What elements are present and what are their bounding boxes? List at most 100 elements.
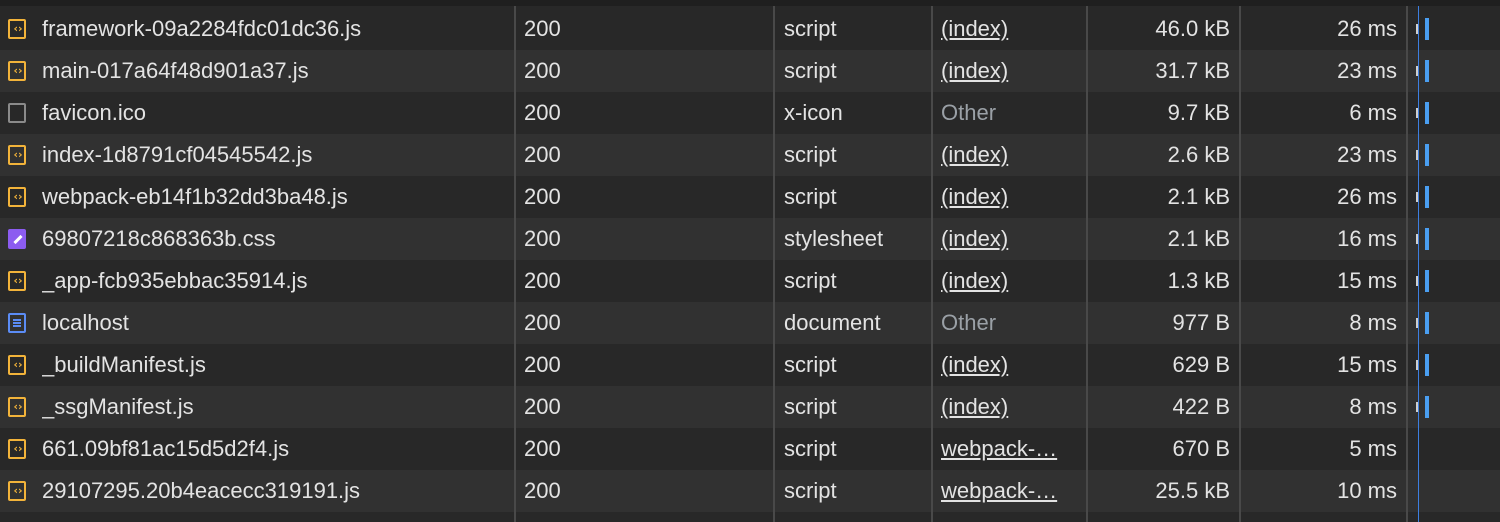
stylesheet-icon (8, 229, 26, 249)
request-name: _buildManifest.js (42, 352, 206, 377)
table-row[interactable]: index-1d8791cf04545542.js 200 script (index… (0, 134, 1500, 176)
waterfall-download-bar (1425, 312, 1429, 334)
table-row[interactable]: webpack-eb14f1b32dd3ba48.js 200 script (ind… (0, 176, 1500, 218)
request-type: script (784, 478, 837, 503)
waterfall-download-bar (1425, 186, 1429, 208)
request-initiator-link[interactable]: (index) (941, 218, 1075, 260)
request-time: 26 ms (1337, 16, 1397, 41)
request-initiator: Other (941, 310, 997, 335)
script-icon (8, 19, 26, 39)
request-time: 15 ms (1337, 352, 1397, 377)
request-name: 661.09bf81ac15d5d2f4.js (42, 436, 290, 461)
request-initiator-link[interactable]: (index) (941, 386, 1075, 428)
waterfall-download-bar (1425, 18, 1429, 40)
request-name: favicon.ico (42, 100, 146, 125)
request-type: script (784, 142, 837, 167)
request-type: script (784, 16, 837, 41)
request-time: 8 ms (1349, 310, 1397, 335)
script-icon (8, 61, 26, 81)
column-divider-type[interactable] (773, 6, 775, 522)
waterfall-download-bar (1425, 144, 1429, 166)
request-type: document (784, 310, 881, 335)
request-size: 670 B (1172, 436, 1231, 461)
request-name: webpack-eb14f1b32dd3ba48.js (42, 184, 348, 209)
network-request-table: framework-09a2284fdc01dc36.js 200 script (i… (0, 0, 1500, 522)
document-icon (8, 313, 26, 333)
column-divider-initiator[interactable] (931, 6, 933, 522)
request-status: 200 (524, 478, 561, 503)
request-size: 2.1 kB (1167, 184, 1230, 209)
request-time: 10 ms (1337, 478, 1397, 503)
request-name: 29107295.20b4eacecc319191.js (42, 478, 361, 503)
request-initiator-link[interactable]: (index) (941, 260, 1075, 302)
waterfall-timeline-marker (1418, 6, 1419, 522)
column-divider-time[interactable] (1239, 6, 1241, 522)
request-status: 200 (524, 142, 561, 167)
table-row[interactable]: main-017a64f48d901a37.js 200 script (index)… (0, 50, 1500, 92)
request-name: index-1d8791cf04545542.js (42, 142, 313, 167)
request-status: 200 (524, 58, 561, 83)
table-row[interactable]: 29107295.20b4eacecc319191.js 200 script web… (0, 470, 1500, 512)
waterfall-download-bar (1425, 228, 1429, 250)
request-type: stylesheet (784, 226, 884, 251)
table-row[interactable]: _ssgManifest.js 200 script (index) 422 B 8 ms (0, 386, 1500, 428)
request-size: 629 B (1172, 352, 1231, 377)
request-time: 8 ms (1349, 394, 1397, 419)
request-status: 200 (524, 226, 561, 251)
script-icon (8, 145, 26, 165)
table-row[interactable]: _app-fcb935ebbac35914.js 200 script (index)… (0, 260, 1500, 302)
request-status: 200 (524, 436, 561, 461)
request-initiator-link[interactable]: (index) (941, 344, 1075, 386)
table-row[interactable]: _buildManifest.js 200 script (index) 629 B 15… (0, 344, 1500, 386)
request-initiator: Other (941, 100, 997, 125)
request-initiator-link[interactable]: webpack-… (941, 428, 1075, 470)
table-row[interactable]: 661.09bf81ac15d5d2f4.js 200 script webpack-… (0, 428, 1500, 470)
request-time: 23 ms (1337, 58, 1397, 83)
request-time: 16 ms (1337, 226, 1397, 251)
request-name: _ssgManifest.js (42, 394, 194, 419)
request-size: 977 B (1172, 310, 1231, 335)
request-initiator-link[interactable]: (index) (941, 176, 1075, 218)
request-size: 31.7 kB (1155, 58, 1230, 83)
request-status: 200 (524, 352, 561, 377)
column-divider-status[interactable] (514, 6, 516, 522)
request-time: 26 ms (1337, 184, 1397, 209)
script-icon (8, 481, 26, 501)
request-size: 9.7 kB (1167, 100, 1230, 125)
request-initiator-link[interactable]: (index) (941, 50, 1075, 92)
request-size: 25.5 kB (1155, 478, 1230, 503)
table-row[interactable]: localhost 200 document Other 977 B 8 ms (0, 302, 1500, 344)
request-name: _app-fcb935ebbac35914.js (42, 268, 308, 293)
request-type: script (784, 268, 837, 293)
waterfall-download-bar (1425, 102, 1429, 124)
request-status: 200 (524, 268, 561, 293)
request-size: 2.6 kB (1167, 142, 1230, 167)
request-size: 422 B (1172, 394, 1231, 419)
request-time: 23 ms (1337, 142, 1397, 167)
script-icon (8, 187, 26, 207)
request-size: 46.0 kB (1155, 16, 1230, 41)
request-size: 2.1 kB (1167, 226, 1230, 251)
column-divider-waterfall[interactable] (1406, 6, 1408, 522)
script-icon (8, 397, 26, 417)
blank-file-icon (8, 103, 26, 123)
table-row[interactable]: 69807218c868363b.css 200 stylesheet (index)… (0, 218, 1500, 260)
request-status: 200 (524, 16, 561, 41)
request-type: script (784, 184, 837, 209)
request-rows: framework-09a2284fdc01dc36.js 200 script (i… (0, 8, 1500, 512)
request-size: 1.3 kB (1167, 268, 1230, 293)
script-icon (8, 439, 26, 459)
table-row[interactable]: favicon.ico 200 x-icon Other 9.7 kB 6 ms (0, 92, 1500, 134)
request-initiator-link[interactable]: webpack-… (941, 470, 1075, 512)
request-name: localhost (42, 310, 129, 335)
column-divider-size[interactable] (1086, 6, 1088, 522)
request-type: script (784, 352, 837, 377)
request-type: script (784, 394, 837, 419)
request-status: 200 (524, 184, 561, 209)
table-row[interactable]: framework-09a2284fdc01dc36.js 200 script (i… (0, 8, 1500, 50)
request-initiator-link[interactable]: (index) (941, 8, 1075, 50)
request-type: script (784, 436, 837, 461)
script-icon (8, 355, 26, 375)
request-initiator-link[interactable]: (index) (941, 134, 1075, 176)
request-name: framework-09a2284fdc01dc36.js (42, 16, 362, 41)
